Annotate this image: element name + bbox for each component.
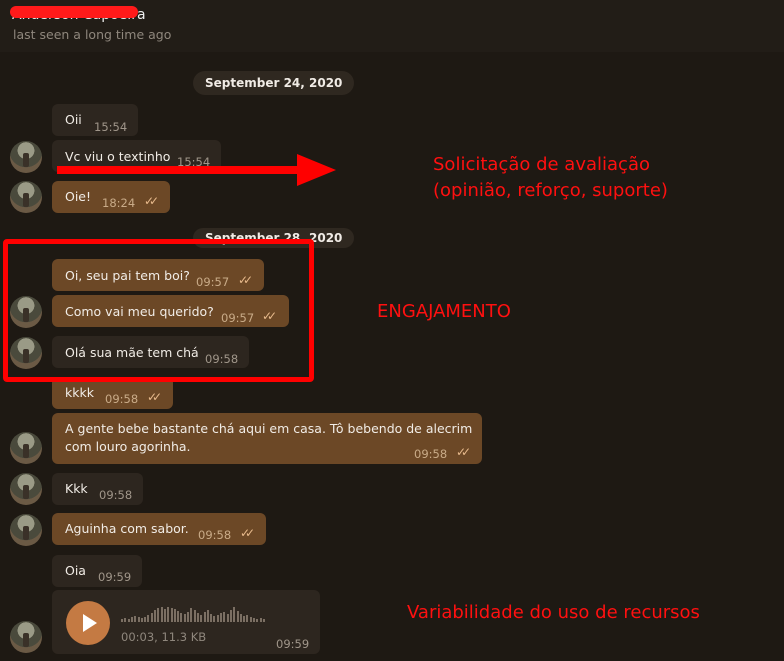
annotation-evaluation-line2: (opinião, reforço, suporte)	[433, 180, 668, 201]
annotation-evaluation-line1: Solicitação de avaliação	[433, 154, 650, 175]
annotation-resources: Variabilidade do uso de recursos	[407, 602, 700, 623]
annotation-engagement-box	[3, 239, 314, 382]
annotation-engagement: ENGAJAMENTO	[377, 301, 511, 322]
